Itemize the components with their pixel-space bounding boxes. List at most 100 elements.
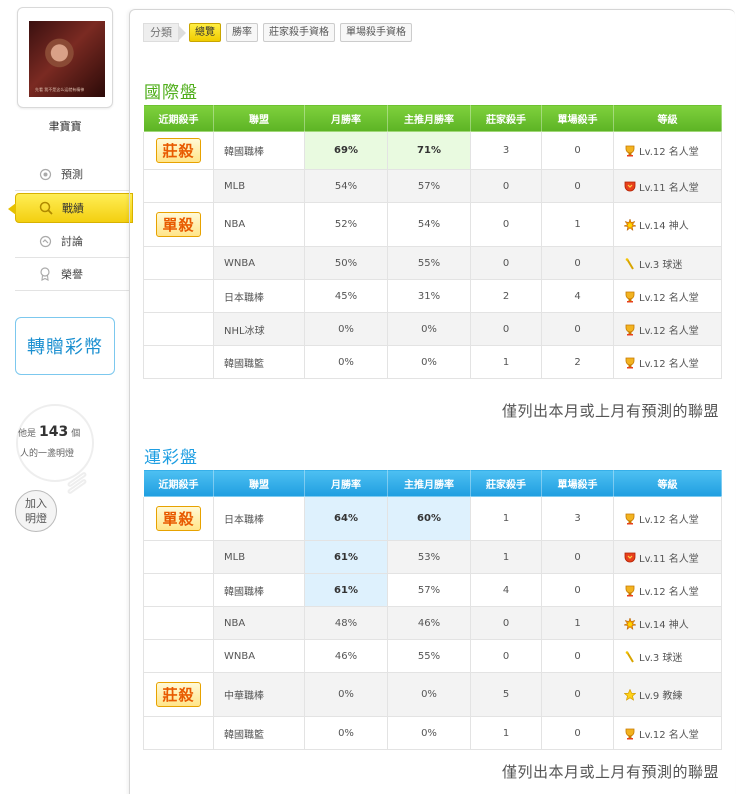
medal-icon [38,267,52,281]
fans-count: 他是 143 個 [18,424,80,440]
flag-icon [624,650,639,664]
banker-killer-cell: 0 [470,202,542,247]
main-winrate-cell: 57% [387,573,471,607]
shield-icon [624,552,639,565]
nav-item-label: 榮譽 [61,268,83,281]
league-cell: 中華職棒 [213,672,305,717]
main-winrate-cell: 60% [387,496,471,541]
star-icon [624,689,639,702]
column-header: 莊家殺手 [470,104,542,132]
sun-icon [624,617,639,631]
filter-chip-banker-killer[interactable]: 莊家殺手資格 [263,23,335,42]
trophy-icon [624,291,639,304]
main-panel: 分類 總覽 勝率 莊家殺手資格 單場殺手資格 國際盤 近期殺手 聯盟 月勝率 主推月勝… [129,9,735,794]
fans-suffix: 個 [71,429,81,439]
killer-tag-cell: 單殺 [143,496,214,541]
trophy-icon [624,728,639,741]
league-cell: 日本職棒 [213,279,305,313]
level-cell: Lv.3 球迷 [613,639,722,673]
single-killer-cell: 0 [541,573,614,607]
level-label: Lv.14 神人 [639,619,689,631]
main-winrate-cell: 54% [387,202,471,247]
single-killer-cell: 0 [541,169,614,203]
killer-badge: 單殺 [156,212,201,237]
level-label: Lv.12 名人堂 [639,358,699,370]
table-row: 日本職棒 45% 31% 2 4 Lv.12 名人堂 [143,279,722,313]
level-label: Lv.11 名人堂 [639,553,699,565]
nav-item-honor[interactable]: 榮譽 [15,258,129,291]
table-row: 莊殺 韓國職棒 69% 71% 3 0 Lv.12 名人堂 [143,131,722,170]
nav-item-record[interactable]: 戰績 [8,193,133,223]
section-note: 僅列出本月或上月有預測的聯盟 [501,763,719,781]
single-killer-cell: 3 [541,496,614,541]
killer-badge: 莊殺 [156,682,201,707]
column-header: 聯盟 [213,469,305,497]
banker-killer-cell: 1 [470,345,542,379]
table-row: 單殺 NBA 52% 54% 0 1 Lv.14 神人 [143,202,722,247]
month-winrate-cell: 0% [304,716,388,750]
level-cell: Lv.12 名人堂 [613,312,722,346]
banker-killer-cell: 0 [470,606,542,640]
section-note: 僅列出本月或上月有預測的聯盟 [501,402,719,420]
table-row: 莊殺 中華職棒 0% 0% 5 0 Lv.9 教練 [143,672,722,717]
avatar-caption: 先看 我不是这么运就有精神 [35,87,85,92]
column-header: 月勝率 [304,104,388,132]
killer-tag-cell [143,279,214,313]
single-killer-cell: 0 [541,312,614,346]
filter-chip-single-killer[interactable]: 單場殺手資格 [340,23,412,42]
main-winrate-cell: 0% [387,345,471,379]
avatar[interactable]: 先看 我不是这么运就有精神 [17,7,113,108]
single-killer-cell: 0 [541,672,614,717]
single-killer-cell: 4 [541,279,614,313]
level-label: Lv.12 名人堂 [639,586,699,598]
filter-chip-overview[interactable]: 總覽 [189,23,221,42]
column-header: 莊家殺手 [470,469,542,497]
level-cell: Lv.14 神人 [613,202,722,247]
table-header-row: 近期殺手 聯盟 月勝率 主推月勝率 莊家殺手 單場殺手 等級 [143,469,722,497]
single-killer-cell: 1 [541,606,614,640]
table-row: 單殺 日本職棒 64% 60% 1 3 Lv.12 名人堂 [143,496,722,541]
level-cell: Lv.12 名人堂 [613,573,722,607]
killer-tag-cell [143,716,214,750]
trophy-icon [624,324,639,337]
nav-item-label: 討論 [61,235,83,248]
killer-badge: 莊殺 [156,138,201,163]
banker-killer-cell: 0 [470,246,542,280]
main-winrate-cell: 55% [387,246,471,280]
filter-bar: 分類 總覽 勝率 莊家殺手資格 單場殺手資格 [143,23,417,42]
killer-tag-cell: 莊殺 [143,672,214,717]
single-killer-cell: 0 [541,639,614,673]
level-label: Lv.3 球迷 [639,259,683,271]
main-winrate-cell: 55% [387,639,471,673]
killer-tag-cell [143,345,214,379]
level-cell: Lv.11 名人堂 [613,169,722,203]
column-header: 單場殺手 [541,104,614,132]
banker-killer-cell: 1 [470,540,542,574]
month-winrate-cell: 69% [304,131,388,170]
target-icon [38,167,52,181]
main-winrate-cell: 71% [387,131,471,170]
gift-coins-button[interactable]: 轉贈彩幣 [15,317,115,375]
single-killer-cell: 0 [541,540,614,574]
level-cell: Lv.9 教練 [613,672,722,717]
column-header: 單場殺手 [541,469,614,497]
banker-killer-cell: 0 [470,312,542,346]
league-cell: 韓國職棒 [213,573,305,607]
league-cell: 日本職棒 [213,496,305,541]
fans-desc: 人的一盞明燈 [20,449,75,459]
nav-item-predict[interactable]: 預測 [15,158,129,191]
main-winrate-cell: 0% [387,312,471,346]
level-label: Lv.11 名人堂 [639,182,699,194]
killer-tag-cell [143,606,214,640]
join-lamp-button[interactable]: 加入明燈 [15,490,57,532]
stats-table-sports-lottery: 近期殺手 聯盟 月勝率 主推月勝率 莊家殺手 單場殺手 等級 單殺 日本職棒 64% 60% 1 3 L… [143,469,722,750]
main-winrate-cell: 0% [387,716,471,750]
nav-item-discuss[interactable]: 討論 [15,225,129,258]
filter-label: 分類 [143,23,186,42]
filter-chip-winrate[interactable]: 勝率 [226,23,258,42]
league-cell: NBA [213,606,305,640]
main-winrate-cell: 53% [387,540,471,574]
table-row: MLB 54% 57% 0 0 Lv.11 名人堂 [143,169,722,203]
level-cell: Lv.3 球迷 [613,246,722,280]
killer-tag-cell [143,246,214,280]
